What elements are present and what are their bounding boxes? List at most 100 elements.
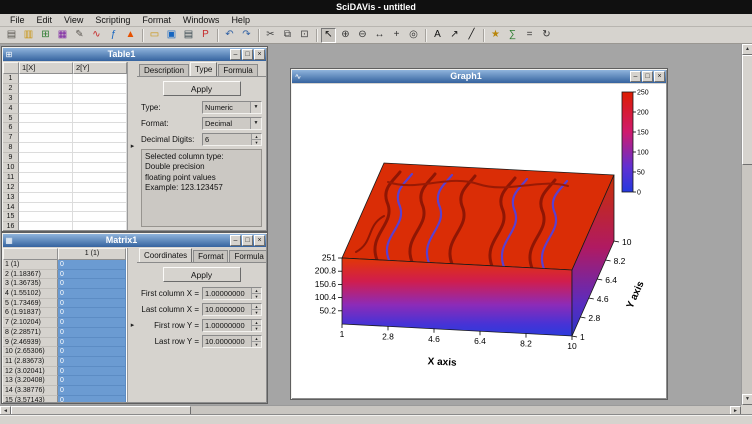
new-3d-surface-button[interactable]: ▲ [123,28,138,43]
table-row-header[interactable]: 3 [3,94,19,104]
maximize-button[interactable]: □ [642,71,653,82]
table-row-header[interactable]: 9 [3,153,19,163]
paste-button[interactable]: ⊡ [297,28,312,43]
zoom-out-button[interactable]: ⊖ [355,28,370,43]
table-cell[interactable] [19,203,73,213]
table-cell[interactable] [19,123,73,133]
matrix-cell-selected[interactable]: 0 [58,328,126,338]
last-column-x-spinbox[interactable]: 10.0000000▴▾ [202,303,262,316]
table-cell[interactable] [73,222,127,230]
matrix-apply-button[interactable]: Apply [163,267,241,282]
table-row-header[interactable]: 1 [3,74,19,84]
matrix-row-header[interactable]: 3 (1.36735) [3,279,58,289]
table-cell[interactable] [73,183,127,193]
matrix-cell-selected[interactable]: 0 [58,338,126,348]
vertical-scroll-thumb[interactable] [742,55,752,165]
table-row-header[interactable]: 5 [3,114,19,124]
matrix-row-header[interactable]: 6 (1.91837) [3,308,58,318]
table-cell[interactable] [73,163,127,173]
type-dropdown[interactable]: Numeric▼ [202,101,262,114]
matrix-row-header[interactable]: 12 (3.02041) [3,367,58,377]
menu-edit[interactable]: Edit [31,15,59,25]
first-column-x-spinbox[interactable]: 1.00000000▴▾ [202,287,262,300]
table-cell[interactable] [73,143,127,153]
minimize-button[interactable]: – [230,235,241,246]
menu-help[interactable]: Help [225,15,256,25]
new-note-button[interactable]: ✎ [72,28,87,43]
spin-down-icon[interactable]: ▾ [252,140,261,145]
matrix-row-header[interactable]: 8 (2.28571) [3,328,58,338]
table-cell[interactable] [73,203,127,213]
table-cell[interactable] [73,133,127,143]
matrix-row-header[interactable]: 7 (2.10204) [3,318,58,328]
matrix-row-header[interactable]: 13 (3.20408) [3,376,58,386]
save-project-button[interactable]: ▣ [164,28,179,43]
data-reader-button[interactable]: ◎ [406,28,421,43]
undo-button[interactable]: ↶ [222,28,237,43]
table-cell[interactable] [19,173,73,183]
graph1-titlebar[interactable]: ∿ Graph1 –□× [292,70,666,83]
menu-format[interactable]: Format [136,15,177,25]
table-row-header[interactable]: 8 [3,143,19,153]
table-cell[interactable] [19,94,73,104]
matrix-row-header[interactable]: 4 (1.55102) [3,289,58,299]
table-column-header[interactable]: 1[X] [19,62,73,74]
spin-buttons[interactable]: ▴▾ [251,320,261,331]
matrix1-window[interactable]: ▦ Matrix1 –□× 1 (1) 1 (1)02 (1.18367)03 … [1,232,268,404]
table-cell[interactable] [19,84,73,94]
table-row-header[interactable]: 14 [3,203,19,213]
matrix-cell-selected[interactable]: 0 [58,386,126,396]
spin-down-icon[interactable]: ▾ [252,294,261,299]
menu-view[interactable]: View [58,15,89,25]
table-row-header[interactable]: 15 [3,212,19,222]
menu-windows[interactable]: Windows [177,15,226,25]
format-dropdown[interactable]: Decimal▼ [202,117,262,130]
matrix-cell-selected[interactable]: 0 [58,367,126,377]
mdi-horizontal-scrollbar[interactable]: ◄ ► [0,405,741,415]
app-titlebar[interactable]: SciDAVis - untitled [0,0,752,14]
new-function-plot-button[interactable]: ƒ [106,28,121,43]
draw-arrow-button[interactable]: ↗ [447,28,462,43]
table1-titlebar[interactable]: ⊞ Table1 –□× [3,48,266,61]
table-cell[interactable] [73,84,127,94]
table-panel-collapse-handle[interactable]: ▸ [127,62,137,230]
table-cell[interactable] [19,222,73,230]
open-project-button[interactable]: ▭ [147,28,162,43]
menu-scripting[interactable]: Scripting [89,15,136,25]
recalculate-button[interactable]: ↻ [539,28,554,43]
table-cell[interactable] [73,193,127,203]
scroll-down-icon[interactable]: ▼ [742,394,752,405]
matrix-row-header[interactable]: 5 (1.73469) [3,299,58,309]
table-column-header[interactable]: 2[Y] [73,62,127,74]
table-row-header[interactable]: 6 [3,123,19,133]
screen-reader-button[interactable]: + [389,28,404,43]
table-cell[interactable] [73,153,127,163]
table-cell[interactable] [73,74,127,84]
new-table-button[interactable]: ⊞ [38,28,53,43]
table-cell[interactable] [73,123,127,133]
draw-line-button[interactable]: ╱ [464,28,479,43]
decimal-digits-spinbox[interactable]: 6▴▾ [202,133,262,146]
table-row-header[interactable]: 2 [3,84,19,94]
scroll-up-icon[interactable]: ▲ [742,44,752,55]
select-pointer-button[interactable]: ↖ [321,28,336,43]
close-button[interactable]: × [654,71,665,82]
table-cell[interactable] [19,183,73,193]
table-view[interactable]: 1[X]2[Y] 12345678910111213141516 [3,62,127,230]
table-cell[interactable] [73,173,127,183]
table-row-header[interactable]: 4 [3,104,19,114]
new-matrix-button[interactable]: ▦ [55,28,70,43]
zoom-in-button[interactable]: ⊕ [338,28,353,43]
rescale-to-show-all-button[interactable]: ↔ [372,28,387,43]
matrix-panel-collapse-handle[interactable]: ▸ [127,248,137,402]
plot-wizard-button[interactable]: ★ [488,28,503,43]
table-row-header[interactable]: 12 [3,183,19,193]
cut-button[interactable]: ✂ [263,28,278,43]
table-cell[interactable] [19,104,73,114]
spin-down-icon[interactable]: ▾ [252,326,261,331]
table-cell[interactable] [19,153,73,163]
table-cell[interactable] [19,193,73,203]
matrix-cell-selected[interactable]: 0 [58,279,126,289]
column-tab-description[interactable]: Description [139,64,189,76]
close-button[interactable]: × [254,235,265,246]
